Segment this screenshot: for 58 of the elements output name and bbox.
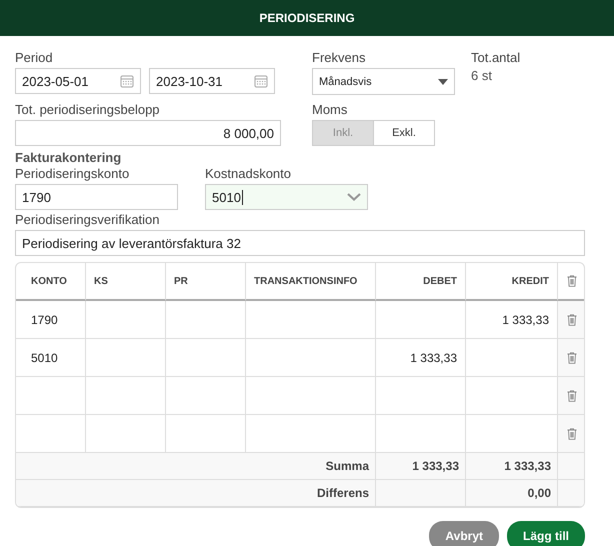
account-field[interactable]: 1790 bbox=[15, 184, 178, 210]
table-cell[interactable] bbox=[376, 377, 466, 415]
add-button[interactable]: Lägg till bbox=[507, 521, 585, 546]
table-cell[interactable]: 1 333,33 bbox=[376, 339, 466, 377]
table-cell[interactable] bbox=[376, 301, 466, 339]
table-cell[interactable] bbox=[466, 415, 558, 453]
total-cell: 1 333,33 bbox=[466, 453, 558, 480]
trash-icon[interactable] bbox=[567, 352, 577, 364]
trash-icon[interactable] bbox=[567, 428, 577, 440]
table-cell[interactable] bbox=[466, 339, 558, 377]
dropdown-icon bbox=[438, 78, 448, 84]
table-cell[interactable] bbox=[86, 301, 166, 339]
field-label: Tot.antal bbox=[471, 50, 522, 66]
table-cell[interactable]: 5010 bbox=[16, 339, 86, 377]
table-cell[interactable]: 1790 bbox=[16, 301, 86, 339]
trash-icon[interactable] bbox=[567, 314, 577, 326]
field-label: Kostnadskonto bbox=[205, 166, 292, 182]
frequency-dropdown[interactable]: Månadsvis bbox=[312, 68, 455, 95]
field-label: Periodiseringskonto bbox=[15, 166, 130, 182]
trash-icon[interactable] bbox=[567, 275, 577, 287]
trash-icon[interactable] bbox=[567, 390, 577, 402]
window-title: PERIODISERING bbox=[259, 11, 355, 25]
table-cell[interactable] bbox=[166, 415, 246, 453]
account-dropdown[interactable]: 5010 bbox=[205, 184, 368, 210]
table-cell[interactable] bbox=[166, 301, 246, 339]
table-cell[interactable] bbox=[16, 377, 86, 415]
date-field[interactable]: 2023-10-31 bbox=[149, 68, 275, 94]
verification-field[interactable]: Periodisering av leverantörsfaktura 32 bbox=[15, 230, 585, 256]
field-label: Periodiseringsverifikation bbox=[15, 212, 161, 228]
table-cell[interactable] bbox=[246, 339, 376, 377]
total-label: Summa bbox=[16, 453, 376, 480]
table-cell[interactable] bbox=[466, 377, 558, 415]
calendar-icon[interactable] bbox=[120, 74, 134, 88]
cancel-button[interactable]: Avbryt bbox=[429, 521, 499, 546]
total-cell: 1 333,33 bbox=[376, 453, 466, 480]
table-cell[interactable] bbox=[16, 415, 86, 453]
field-label: Tot. periodiseringsbelopp bbox=[15, 102, 161, 118]
calendar-icon[interactable] bbox=[254, 74, 268, 88]
field-label: Frekvens bbox=[312, 50, 366, 66]
field-label: Moms bbox=[312, 102, 348, 118]
date-field[interactable]: 2023-05-01 bbox=[15, 68, 141, 94]
table-cell[interactable] bbox=[86, 377, 166, 415]
table-cell[interactable]: 1 333,33 bbox=[466, 301, 558, 339]
field-label: Period bbox=[15, 50, 54, 66]
table-cell[interactable] bbox=[246, 301, 376, 339]
total-label: Differens bbox=[16, 480, 376, 507]
table-cell[interactable] bbox=[166, 339, 246, 377]
count-value: 6 st bbox=[471, 68, 493, 83]
amount-field[interactable]: 8 000,00 bbox=[15, 120, 281, 146]
table-cell[interactable] bbox=[166, 377, 246, 415]
section-title: Fakturakontering bbox=[15, 150, 122, 166]
chevron-icon bbox=[347, 193, 361, 201]
table-cell[interactable] bbox=[376, 415, 466, 453]
total-cell: 0,00 bbox=[466, 480, 558, 507]
table-cell[interactable] bbox=[86, 415, 166, 453]
table-cell[interactable] bbox=[246, 415, 376, 453]
table-cell[interactable] bbox=[86, 339, 166, 377]
table-cell[interactable] bbox=[246, 377, 376, 415]
